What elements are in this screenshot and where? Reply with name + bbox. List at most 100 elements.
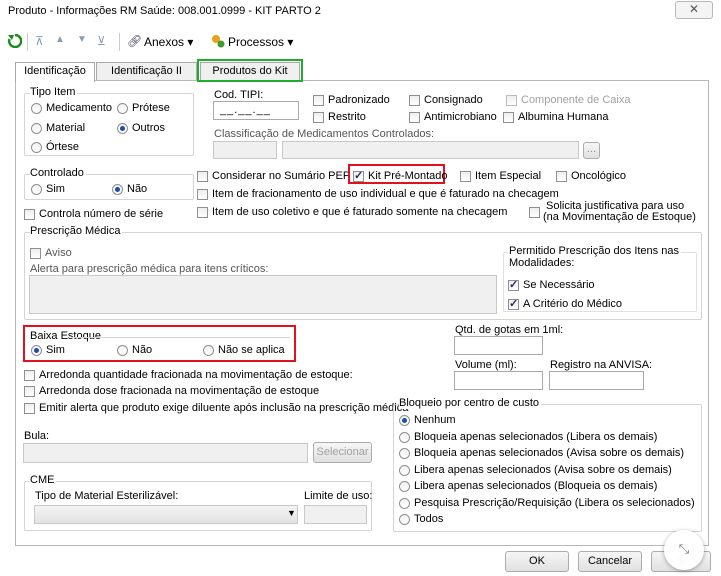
radio-bloqueio-option[interactable] <box>399 448 410 459</box>
ok-button[interactable]: OK <box>505 551 569 572</box>
cme-tipo-label: Tipo de Material Esterilizável: <box>35 490 179 502</box>
paperclip-icon: 🔗︎ <box>127 34 143 48</box>
radio-controlado-sim[interactable] <box>31 184 42 195</box>
cancelar-button[interactable]: Cancelar <box>578 551 642 572</box>
checkbox-antimicrobiano[interactable] <box>409 112 420 123</box>
baixa-nao-label: Não <box>132 344 153 356</box>
classificacao-code-input <box>213 141 277 159</box>
checkbox-kit-pre-montado[interactable] <box>353 169 364 182</box>
arredonda-dose-label: Arredonda dose fracionada na movimentaçã… <box>39 385 320 397</box>
arredonda-qtd-label: Arredonda quantidade fracionada na movim… <box>39 369 353 381</box>
oncologico-label: Oncológico <box>571 170 627 182</box>
checkbox-restrito[interactable] <box>313 112 324 123</box>
anvisa-input[interactable] <box>549 371 644 390</box>
kit-pre-montado-label: Kit Pré-Montado <box>368 170 448 182</box>
checkbox-albumina[interactable] <box>503 112 514 123</box>
radio-bloqueio-option[interactable] <box>399 498 410 509</box>
last-record-icon[interactable]: ⊻ <box>97 34 106 48</box>
refresh-icon[interactable] <box>8 34 22 48</box>
anexos-label: Anexos <box>144 35 185 49</box>
baixa-estoque-label: Baixa Estoque <box>30 330 101 342</box>
anvisa-label: Registro na ANVISA: <box>550 359 653 371</box>
bloqueio-option-label: Nenhum <box>414 414 456 426</box>
classificacao-label: Classificação de Medicamentos Controlado… <box>214 128 435 140</box>
checkbox-emitir-alerta[interactable] <box>24 403 35 414</box>
emitir-alerta-label: Emitir alerta que produto exige diluente… <box>39 402 409 414</box>
classificacao-browse-button[interactable]: ... <box>583 142 600 159</box>
checkbox-consignado[interactable] <box>409 95 420 106</box>
uso-coletivo-label: Item de uso coletivo e que é faturado so… <box>212 206 508 218</box>
radio-material[interactable] <box>31 123 42 134</box>
limite-uso-label: Limite de uso: <box>304 490 373 502</box>
radio-controlado-nao[interactable] <box>112 184 123 195</box>
cme-tipo-select[interactable]: ▼ <box>34 505 298 524</box>
collapse-icon[interactable]: ⤡ <box>664 530 704 570</box>
radio-bloqueio-option[interactable] <box>399 514 410 525</box>
processos-menu[interactable]: Processos ▾ <box>228 35 293 49</box>
radio-bloqueio-option[interactable] <box>399 432 410 443</box>
restrito-label: Restrito <box>328 111 366 123</box>
checkbox-uso-coletivo[interactable] <box>197 207 208 218</box>
checkbox-item-especial[interactable] <box>460 171 471 182</box>
volume-input[interactable] <box>454 371 543 390</box>
anexos-menu[interactable]: Anexos ▾ <box>144 35 193 49</box>
radio-bloqueio-option[interactable] <box>399 481 410 492</box>
radio-ortese[interactable] <box>31 142 42 153</box>
checkbox-padronizado[interactable] <box>313 95 324 106</box>
gotas-input[interactable] <box>454 336 543 355</box>
baixa-estoque-divider <box>72 337 290 338</box>
first-record-icon[interactable]: ⊼ <box>35 34 44 48</box>
baixa-nao-aplica-label: Não se aplica <box>218 344 285 356</box>
checkbox-criterio-medico[interactable] <box>508 297 519 310</box>
medicamento-label: Medicamento <box>46 102 113 114</box>
checkbox-numero-serie[interactable] <box>24 209 35 220</box>
radio-baixa-nao-aplica[interactable] <box>203 345 214 356</box>
classificacao-desc-input <box>282 141 579 159</box>
close-button[interactable]: ✕ <box>675 1 713 19</box>
bloqueio-label: Bloqueio por centro de custo <box>399 397 542 409</box>
prescricao-label: Prescrição Médica <box>30 225 123 237</box>
controlado-nao-label: Não <box>127 183 148 195</box>
bula-selecionar-button[interactable]: Selecionar <box>313 442 372 463</box>
checkbox-aviso[interactable] <box>30 248 41 259</box>
aviso-label: Aviso <box>45 247 72 259</box>
tab-identificacao-ii[interactable]: Identificação II <box>96 62 197 81</box>
toolbar-separator <box>119 33 120 51</box>
checkbox-arredonda-qtd[interactable] <box>24 370 35 381</box>
bula-label: Bula: <box>24 430 50 442</box>
alerta-label: Alerta para prescrição médica para itens… <box>30 263 269 275</box>
radio-bloqueio-option[interactable] <box>399 465 410 476</box>
cod-tipi-value: __.__.__ <box>220 104 271 116</box>
bloqueio-option-label: Libera apenas selecionados (Avisa sobre … <box>414 464 672 476</box>
alerta-textarea <box>29 275 497 314</box>
item-especial-label: Item Especial <box>475 170 542 182</box>
radio-outros[interactable] <box>117 123 128 134</box>
checkbox-oncologico[interactable] <box>556 171 567 182</box>
bloqueio-option-label: Libera apenas selecionados (Bloqueia os … <box>414 480 658 492</box>
radio-bloqueio-nenhum[interactable] <box>399 415 410 426</box>
toolbar: ⊼ ▲ ▼ ⊻ 🔗︎ Anexos ▾ Processos ▾ <box>0 28 721 56</box>
componente-caixa-label: Componente de Caixa <box>521 94 631 106</box>
controlado-sim-label: Sim <box>46 183 65 195</box>
checkbox-se-necessario[interactable] <box>508 278 519 291</box>
next-record-icon[interactable]: ▼ <box>77 34 87 45</box>
se-necessario-label: Se Necessário <box>523 279 595 291</box>
checkbox-justificativa[interactable] <box>529 207 540 218</box>
checkbox-componente-caixa <box>506 95 517 106</box>
checkbox-arredonda-dose[interactable] <box>24 386 35 397</box>
fracionamento-label: Item de fracionamento de uso individual … <box>212 188 559 200</box>
radio-baixa-nao[interactable] <box>117 345 128 356</box>
gotas-label: Qtd. de gotas em 1ml: <box>455 324 564 336</box>
radio-protese[interactable] <box>117 103 128 114</box>
cod-tipi-input[interactable]: __.__.__ <box>213 101 299 120</box>
limite-uso-input <box>304 505 367 524</box>
checkbox-sumario-pep[interactable] <box>197 171 208 182</box>
gears-icon <box>212 35 225 48</box>
checkbox-fracionamento[interactable] <box>197 189 208 200</box>
previous-record-icon[interactable]: ▲ <box>55 34 65 45</box>
processos-label: Processos <box>228 35 285 49</box>
bloqueio-option-label: Todos <box>414 513 444 525</box>
tab-identificacao[interactable]: Identificação <box>15 62 95 82</box>
radio-baixa-sim[interactable] <box>31 345 42 356</box>
radio-medicamento[interactable] <box>31 103 42 114</box>
